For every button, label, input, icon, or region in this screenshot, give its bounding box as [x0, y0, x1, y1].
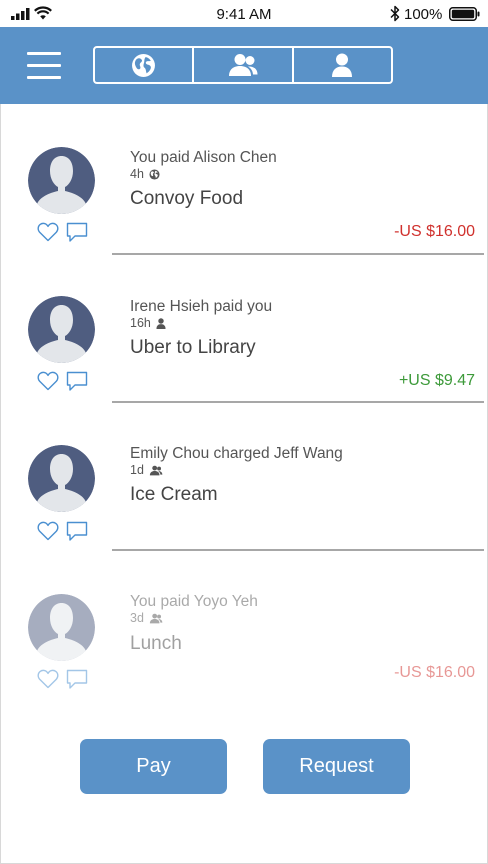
battery-icon	[449, 7, 480, 21]
avatar	[28, 147, 95, 214]
transaction-amount: +US $9.47	[398, 372, 475, 389]
battery-percentage: 100%	[404, 6, 443, 23]
transaction-meta: 1d	[130, 463, 163, 477]
comment-icon[interactable]	[66, 521, 88, 542]
transaction-meta: 3d	[130, 611, 163, 625]
globe-icon	[149, 168, 160, 180]
transaction-description: Lunch	[130, 633, 182, 654]
comment-icon[interactable]	[66, 371, 88, 392]
transaction-age: 4h	[130, 167, 144, 181]
tab-mine[interactable]	[291, 48, 391, 82]
transaction-description: Ice Cream	[130, 484, 218, 505]
feed-filter-tabs	[93, 46, 393, 84]
request-button[interactable]: Request	[263, 739, 410, 794]
transaction-amount: -US $16.00	[394, 223, 475, 240]
tab-public[interactable]	[95, 48, 192, 82]
friends-icon	[228, 54, 258, 76]
avatar	[28, 296, 95, 363]
bluetooth-icon	[390, 5, 400, 22]
item-actions	[37, 521, 89, 543]
item-actions	[37, 669, 89, 691]
avatar	[28, 445, 95, 512]
transaction-meta: 16h	[130, 316, 166, 330]
transaction-age: 16h	[130, 316, 151, 330]
transaction-age: 3d	[130, 611, 144, 625]
transaction-description: Uber to Library	[130, 337, 256, 358]
person-icon	[332, 53, 353, 77]
comment-icon[interactable]	[66, 669, 88, 690]
transaction-age: 1d	[130, 463, 144, 477]
feed-item[interactable]: You paid Yoyo Yeh 3d Lunch -US $16.00	[0, 551, 488, 700]
pay-button[interactable]: Pay	[80, 739, 227, 794]
avatar	[28, 594, 95, 661]
friends-icon	[149, 465, 163, 475]
item-actions	[37, 371, 89, 393]
heart-icon[interactable]	[37, 371, 59, 391]
tab-friends[interactable]	[192, 48, 291, 82]
heart-icon[interactable]	[37, 521, 59, 541]
feed-item[interactable]: You paid Alison Chen 4h Convoy Food -US …	[0, 104, 488, 255]
transaction-parties: You paid Yoyo Yeh	[130, 593, 258, 610]
transaction-parties: You paid Alison Chen	[130, 149, 277, 166]
transaction-meta: 4h	[130, 167, 160, 181]
item-actions	[37, 222, 89, 244]
transaction-parties: Emily Chou charged Jeff Wang	[130, 445, 343, 462]
feed-item[interactable]: Irene Hsieh paid you 16h Uber to Library…	[0, 253, 488, 403]
friends-icon	[149, 613, 163, 623]
feed-item[interactable]: Emily Chou charged Jeff Wang 1d Ice Crea…	[0, 402, 488, 551]
globe-icon	[132, 53, 156, 77]
app-header	[0, 27, 488, 104]
comment-icon[interactable]	[66, 222, 88, 243]
transaction-parties: Irene Hsieh paid you	[130, 298, 273, 315]
heart-icon[interactable]	[37, 669, 59, 689]
heart-icon[interactable]	[37, 222, 59, 242]
status-bar: 9:41 AM 100%	[0, 0, 488, 27]
hamburger-menu-icon[interactable]	[27, 52, 61, 79]
transaction-amount: -US $16.00	[394, 664, 475, 681]
transaction-description: Convoy Food	[130, 188, 244, 209]
person-icon	[156, 317, 166, 329]
